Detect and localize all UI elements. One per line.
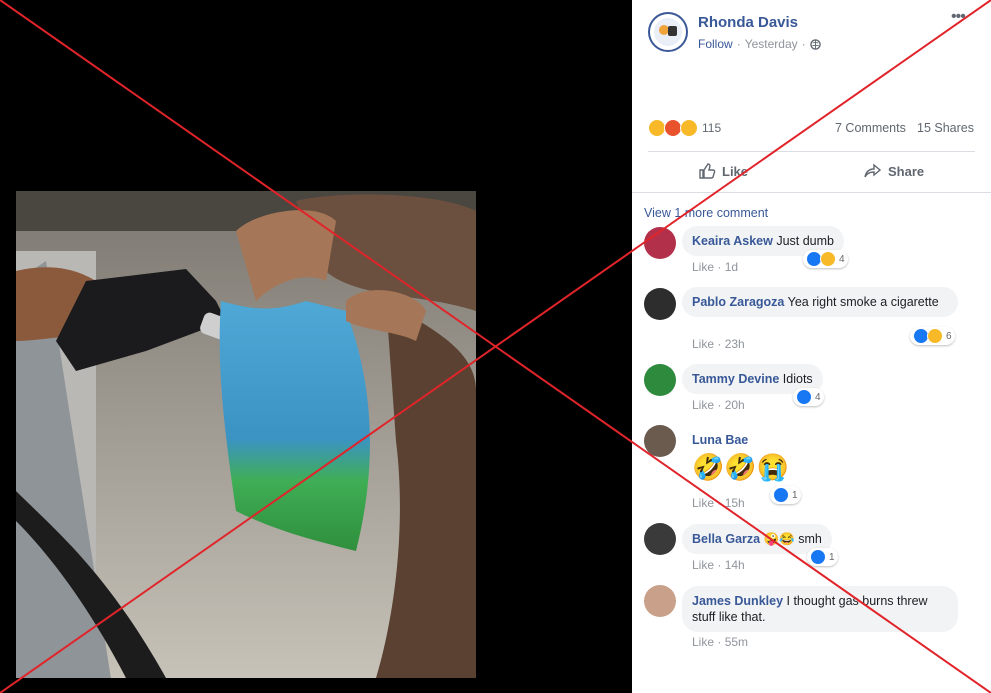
comment-reactions[interactable]: 4 bbox=[803, 250, 848, 268]
comment-meta: Like · 23h bbox=[692, 337, 745, 351]
comment-time[interactable]: 1d bbox=[725, 260, 738, 274]
divider bbox=[632, 192, 991, 193]
share-label: Share bbox=[888, 163, 925, 179]
react-count: 1 bbox=[829, 551, 835, 563]
comment-like-link[interactable]: Like bbox=[692, 337, 714, 351]
comment-time[interactable]: 20h bbox=[725, 398, 745, 412]
comment-author[interactable]: Bella Garza bbox=[692, 532, 760, 546]
comment-reactions[interactable]: 4 bbox=[793, 388, 824, 406]
photo-viewer bbox=[0, 0, 632, 693]
comment-meta: Like · 55m bbox=[692, 635, 749, 649]
comment-reactions[interactable]: 1 bbox=[807, 548, 838, 566]
meta-separator: · bbox=[801, 37, 806, 51]
comment-author[interactable]: Pablo Zaragoza bbox=[692, 295, 784, 309]
like-button[interactable]: Like bbox=[698, 162, 748, 180]
comment-author[interactable]: Tammy Devine bbox=[692, 372, 779, 386]
like-react-icon bbox=[773, 487, 789, 503]
comment-text: Idiots bbox=[782, 372, 813, 386]
reaction-summary[interactable]: 115 bbox=[648, 119, 721, 137]
comment-meta: Like · 15h bbox=[692, 496, 745, 510]
reaction-count: 115 bbox=[702, 121, 722, 135]
comment-time[interactable]: 55m bbox=[725, 635, 748, 649]
post-sidebar: Rhonda Davis Follow · Yesterday · ••• 11… bbox=[632, 0, 991, 693]
react-count: 4 bbox=[839, 253, 845, 265]
comment-reactions[interactable]: 6 bbox=[910, 327, 955, 345]
comment-meta: Like · 20h bbox=[692, 398, 745, 412]
post-photo[interactable] bbox=[16, 191, 476, 678]
share-count[interactable]: 15 Shares bbox=[917, 121, 974, 135]
react-count: 6 bbox=[946, 330, 952, 342]
avatar[interactable] bbox=[644, 523, 676, 555]
like-icon bbox=[699, 163, 716, 179]
divider bbox=[648, 151, 975, 152]
comment-bubble: Pablo Zaragoza Yea right smoke a cigaret… bbox=[682, 287, 958, 317]
comment-time[interactable]: 15h bbox=[725, 496, 745, 510]
post-author[interactable]: Rhonda Davis bbox=[698, 14, 798, 31]
comment-text: Yea right smoke a cigarette bbox=[787, 295, 939, 309]
meta-separator: · bbox=[736, 37, 741, 51]
comment-time[interactable]: 23h bbox=[725, 337, 745, 351]
post-meta: Follow · Yesterday · bbox=[698, 37, 821, 51]
view-more-comments-link[interactable]: View 1 more comment bbox=[644, 206, 768, 220]
comment-emojis: 🤪😂 bbox=[763, 532, 795, 546]
comment-like-link[interactable]: Like bbox=[692, 496, 714, 510]
comment-text: Just dumb bbox=[776, 234, 834, 248]
more-icon[interactable]: ••• bbox=[951, 8, 966, 26]
avatar[interactable] bbox=[644, 585, 676, 617]
share-icon bbox=[864, 163, 882, 178]
comment-text: smh bbox=[798, 532, 822, 546]
comment-emojis: 🤣🤣😭 bbox=[692, 452, 790, 482]
avatar[interactable] bbox=[644, 364, 676, 396]
globe-icon bbox=[809, 38, 821, 50]
comment-meta: Like · 14h bbox=[692, 558, 745, 572]
comment-count[interactable]: 7 Comments bbox=[835, 121, 906, 135]
comment-reactions[interactable]: 1 bbox=[770, 486, 801, 504]
page-logo-icon bbox=[654, 18, 682, 46]
comment-bubble: James Dunkley I thought gas burns threw … bbox=[682, 586, 958, 632]
avatar[interactable] bbox=[644, 288, 676, 320]
comment-meta: Like · 1d bbox=[692, 260, 739, 274]
post-time[interactable]: Yesterday bbox=[745, 37, 798, 51]
react-count: 1 bbox=[792, 489, 798, 501]
wow-icon bbox=[680, 119, 698, 137]
comment-like-link[interactable]: Like bbox=[692, 635, 714, 649]
haha-react-icon bbox=[927, 328, 943, 344]
comment-like-link[interactable]: Like bbox=[692, 558, 714, 572]
comment-like-link[interactable]: Like bbox=[692, 398, 714, 412]
comment-author[interactable]: Luna Bae bbox=[692, 433, 748, 447]
comment-author[interactable]: Keaira Askew bbox=[692, 234, 773, 248]
follow-link[interactable]: Follow bbox=[698, 37, 733, 51]
gas-pump-bag-photo bbox=[16, 191, 476, 678]
comment-like-link[interactable]: Like bbox=[692, 260, 714, 274]
like-label: Like bbox=[722, 163, 749, 179]
react-count: 4 bbox=[815, 391, 821, 403]
share-button[interactable]: Share bbox=[864, 162, 924, 180]
page-avatar[interactable] bbox=[648, 12, 688, 52]
like-react-icon bbox=[810, 549, 826, 565]
like-react-icon bbox=[796, 389, 812, 405]
comment-author[interactable]: James Dunkley bbox=[692, 594, 783, 608]
avatar[interactable] bbox=[644, 227, 676, 259]
haha-react-icon bbox=[820, 251, 836, 267]
comment-time[interactable]: 14h bbox=[725, 558, 745, 572]
avatar[interactable] bbox=[644, 425, 676, 457]
